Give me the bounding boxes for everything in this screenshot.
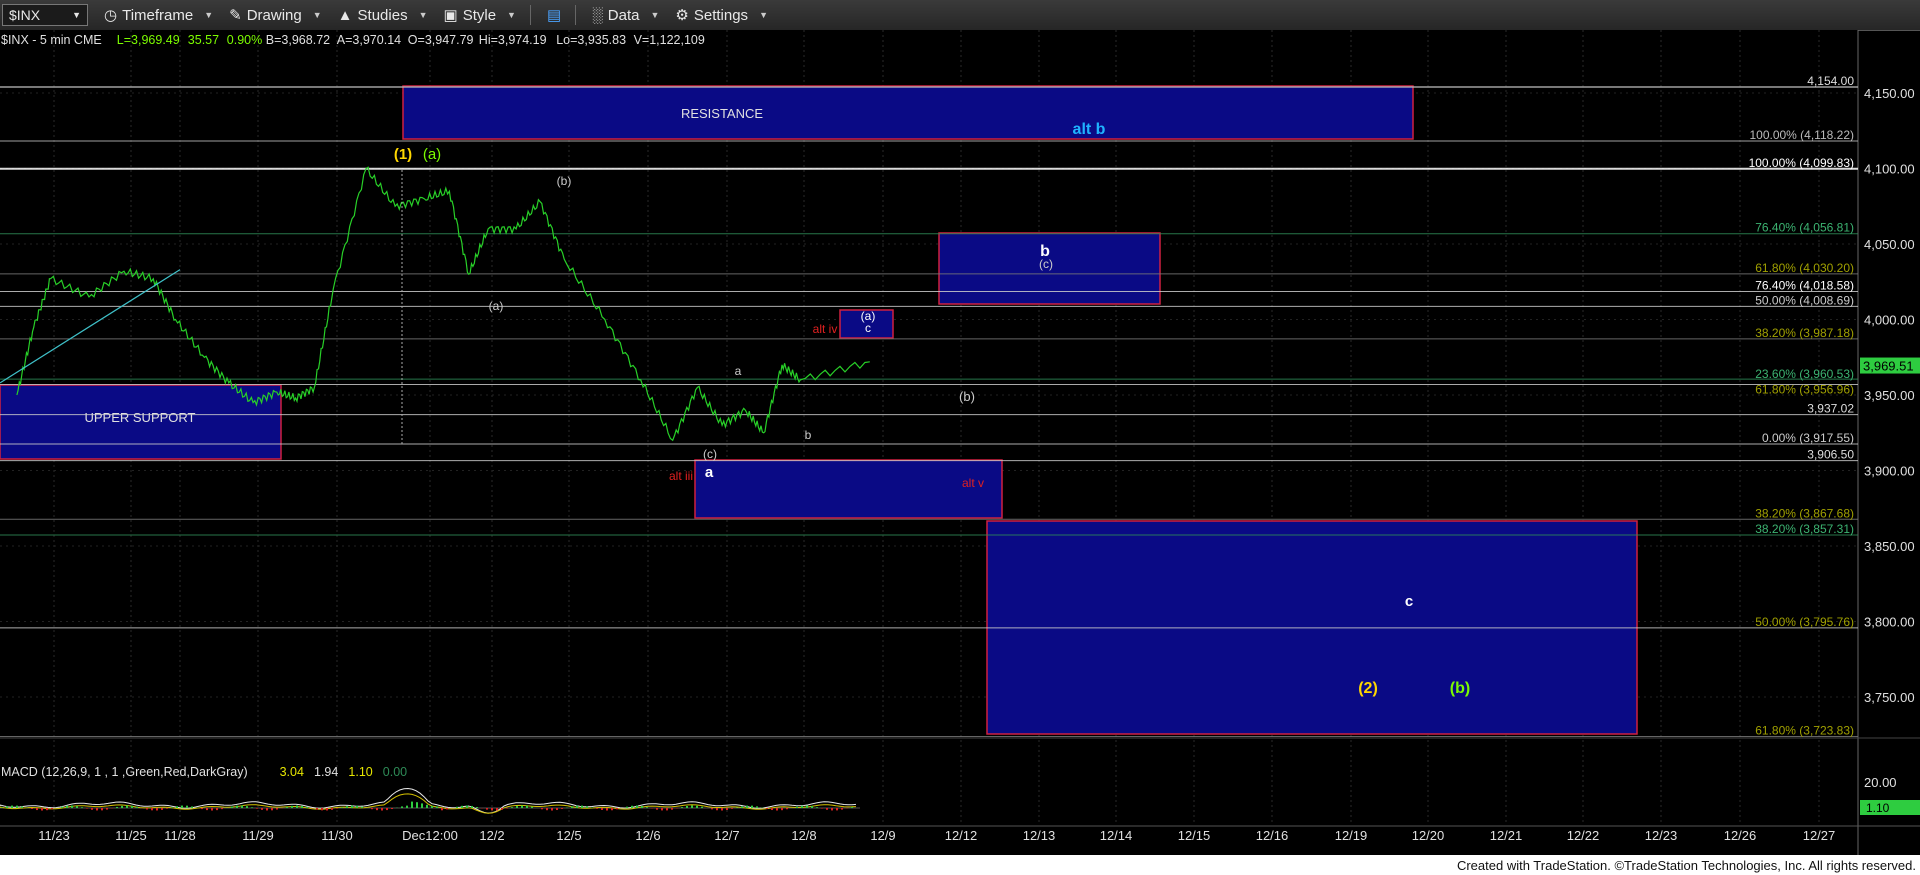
- y-tick-label: 4,100.00: [1864, 162, 1915, 177]
- header-field: V=1,122,109: [634, 33, 705, 47]
- macd-header-field: 1.10: [348, 765, 372, 779]
- level-label: 38.20% (3,867.68): [1755, 506, 1854, 520]
- level-label: 100.00% (4,099.83): [1749, 156, 1854, 170]
- wave-label: alt b: [1073, 121, 1106, 138]
- macd-header-field: 1.94: [314, 765, 338, 779]
- header-field: 35.57: [188, 33, 219, 47]
- wave-label: (a): [423, 146, 441, 163]
- wave-label: (b): [959, 389, 975, 404]
- x-tick-label: 12/21: [1490, 828, 1523, 843]
- level-label: 50.00% (4,008.69): [1755, 293, 1854, 307]
- zone-label-upper-support: UPPER SUPPORT: [84, 410, 195, 425]
- y-tick-label: 4,050.00: [1864, 237, 1915, 252]
- x-tick-label: 12/19: [1335, 828, 1368, 843]
- x-tick-label: 12/23: [1645, 828, 1678, 843]
- x-tick-label: 12/12: [945, 828, 978, 843]
- x-tick-label: 12/16: [1256, 828, 1289, 843]
- copyright-footer: Created with TradeStation. ©TradeStation…: [1456, 858, 1916, 873]
- wave-label: c: [865, 321, 871, 335]
- y-tick-label: 4,150.00: [1864, 86, 1915, 101]
- x-tick-label: 12/15: [1178, 828, 1211, 843]
- header-field: Lo=3,935.83: [556, 33, 626, 47]
- level-label: 61.80% (3,956.96): [1755, 382, 1854, 396]
- macd-header-field: 0.00: [383, 765, 407, 779]
- x-tick-label: 12/13: [1023, 828, 1056, 843]
- wave-label: alt iii: [669, 469, 693, 483]
- y-tick-label: 3,800.00: [1864, 615, 1915, 630]
- level-label: 50.00% (3,795.76): [1755, 615, 1854, 629]
- x-tick-label: 12/5: [556, 828, 581, 843]
- level-label: 4,154.00: [1807, 74, 1854, 88]
- y-tick-label: 4,000.00: [1864, 313, 1915, 328]
- macd-header-field: MACD (12,26,9, 1 , 1 ,Green,Red,DarkGray…: [1, 765, 248, 779]
- x-tick-label: 12/6: [635, 828, 660, 843]
- wave-label: alt iv: [813, 322, 838, 336]
- zone-label-resistance: RESISTANCE: [681, 106, 763, 121]
- wave-label: (c): [1039, 257, 1053, 271]
- macd-y-tick-label: 20.00: [1864, 775, 1897, 790]
- wave-label: (1): [394, 146, 412, 163]
- header-field: B=3,968.72: [266, 33, 330, 47]
- x-tick-label: 12/26: [1724, 828, 1757, 843]
- level-label: 76.40% (4,018.58): [1755, 278, 1854, 292]
- level-label: 61.80% (4,030.20): [1755, 261, 1854, 275]
- wave-label: (b): [557, 174, 572, 188]
- x-tick-label: 11/28: [164, 828, 196, 843]
- level-label: 76.40% (4,056.81): [1755, 221, 1854, 235]
- x-tick-label: 12/8: [791, 828, 816, 843]
- wave-label: a: [705, 464, 714, 481]
- level-label: 38.20% (3,987.18): [1755, 326, 1854, 340]
- y-tick-label: 3,750.00: [1864, 690, 1915, 705]
- wave-label: (b): [1450, 680, 1470, 697]
- level-label: 3,937.02: [1807, 402, 1854, 416]
- x-tick-label: 12/14: [1100, 828, 1133, 843]
- last-price-label: 3,969.51: [1863, 359, 1914, 374]
- zone-box[interactable]: [694, 459, 1003, 519]
- level-label: 61.80% (3,723.83): [1755, 724, 1854, 738]
- header-field: 0.90%: [227, 33, 262, 47]
- y-tick-label: 3,850.00: [1864, 539, 1915, 554]
- wave-label: (c): [703, 447, 717, 461]
- wave-label: a: [735, 364, 742, 378]
- macd-header-field: 3.04: [280, 765, 304, 779]
- header-field: L=3,969.49: [117, 33, 180, 47]
- level-label: 100.00% (4,118.22): [1749, 128, 1854, 142]
- zone-box[interactable]: [402, 85, 1414, 140]
- x-tick-label: Dec12:00: [402, 828, 458, 843]
- macd-last-label: 1.10: [1866, 801, 1890, 815]
- x-tick-label: 11/23: [38, 828, 70, 843]
- y-tick-label: 3,900.00: [1864, 464, 1915, 479]
- wave-label: (2): [1358, 680, 1378, 697]
- x-tick-label: 11/30: [321, 828, 353, 843]
- level-label: 3,906.50: [1807, 448, 1854, 462]
- x-tick-label: 11/29: [242, 828, 274, 843]
- wave-label: c: [1405, 593, 1413, 610]
- x-tick-label: 12/2: [479, 828, 504, 843]
- x-tick-label: 12/27: [1803, 828, 1836, 843]
- price-chart[interactable]: 11/23 11/25 11/28 11/29 11/30 Dec12:00 12/2 12/…: [0, 0, 1920, 855]
- wave-label: (a): [489, 299, 504, 313]
- level-label: 0.00% (3,917.55): [1762, 431, 1854, 445]
- header-field: A=3,970.14: [337, 33, 401, 47]
- x-tick-label: 12/20: [1412, 828, 1445, 843]
- header-field: Hi=3,974.19: [479, 33, 547, 47]
- level-label: 38.20% (3,857.31): [1755, 522, 1854, 536]
- x-tick-label: 12/9: [870, 828, 895, 843]
- y-tick-label: 3,950.00: [1864, 388, 1915, 403]
- wave-label: alt v: [962, 476, 984, 490]
- x-tick-label: 11/25: [115, 828, 147, 843]
- wave-label: b: [805, 428, 812, 442]
- level-label: 23.60% (3,960.53): [1755, 367, 1854, 381]
- header-field: O=3,947.79: [408, 33, 474, 47]
- header-field: $INX - 5 min CME: [1, 33, 102, 47]
- x-tick-label: 12/7: [714, 828, 739, 843]
- x-tick-label: 12/22: [1567, 828, 1600, 843]
